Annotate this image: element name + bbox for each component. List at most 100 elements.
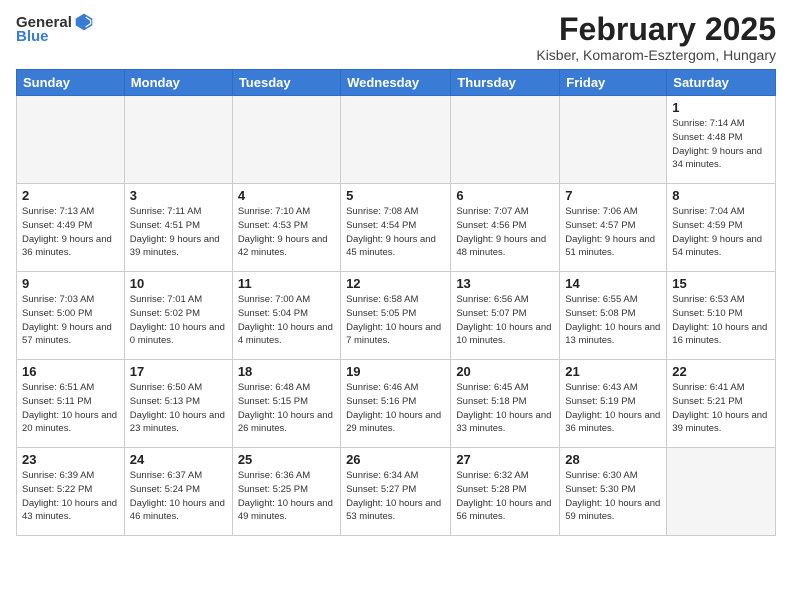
logo: General Blue	[16, 12, 94, 45]
table-cell	[17, 96, 125, 184]
table-cell: 18 Sunrise: 6:48 AM Sunset: 5:15 PM Dayli…	[232, 360, 340, 448]
table-cell: 2Sunrise: 7:13 AM Sunset: 4:49 PM Daylig…	[17, 184, 125, 272]
day-info: Sunrise: 6:37 AM Sunset: 5:24 PM Dayligh…	[130, 469, 227, 524]
day-number: 3	[130, 188, 227, 203]
week-row-3: 9Sunrise: 7:03 AM Sunset: 5:00 PM Daylig…	[17, 272, 776, 360]
table-cell: 24 Sunrise: 6:37 AM Sunset: 5:24 PM Dayli…	[124, 448, 232, 536]
day-number: 26	[346, 452, 445, 467]
day-info: Sunrise: 7:04 AM Sunset: 4:59 PM Dayligh…	[672, 205, 770, 260]
day-number: 5	[346, 188, 445, 203]
calendar: Sunday Monday Tuesday Wednesday Thursday…	[16, 69, 776, 536]
day-number: 16	[22, 364, 119, 379]
day-info: Sunrise: 6:43 AM Sunset: 5:19 PM Dayligh…	[565, 381, 661, 436]
day-info: Sunrise: 6:34 AM Sunset: 5:27 PM Dayligh…	[346, 469, 445, 524]
day-info: Sunrise: 6:58 AM Sunset: 5:05 PM Dayligh…	[346, 293, 445, 348]
table-cell: 13 Sunrise: 6:56 AM Sunset: 5:07 PM Dayli…	[451, 272, 560, 360]
day-number: 21	[565, 364, 661, 379]
col-thursday: Thursday	[451, 70, 560, 96]
table-cell	[341, 96, 451, 184]
month-year: February 2025	[536, 12, 776, 47]
day-number: 12	[346, 276, 445, 291]
table-cell: 11 Sunrise: 7:00 AM Sunset: 5:04 PM Dayli…	[232, 272, 340, 360]
table-cell	[451, 96, 560, 184]
table-cell: 1 Sunrise: 7:14 AM Sunset: 4:48 PM Daylig…	[667, 96, 776, 184]
day-info: Sunrise: 6:39 AM Sunset: 5:22 PM Dayligh…	[22, 469, 119, 524]
table-cell: 10 Sunrise: 7:01 AM Sunset: 5:02 PM Dayli…	[124, 272, 232, 360]
day-number: 13	[456, 276, 554, 291]
logo-icon	[74, 12, 94, 32]
day-number: 25	[238, 452, 335, 467]
table-cell: 14Sunrise: 6:55 AM Sunset: 5:08 PM Dayli…	[560, 272, 667, 360]
day-info: Sunrise: 7:13 AM Sunset: 4:49 PM Dayligh…	[22, 205, 119, 260]
table-cell: 27 Sunrise: 6:32 AM Sunset: 5:28 PM Dayli…	[451, 448, 560, 536]
day-number: 20	[456, 364, 554, 379]
day-number: 22	[672, 364, 770, 379]
table-cell: 17Sunrise: 6:50 AM Sunset: 5:13 PM Dayli…	[124, 360, 232, 448]
table-cell: 12 Sunrise: 6:58 AM Sunset: 5:05 PM Dayli…	[341, 272, 451, 360]
logo-blue: Blue	[16, 28, 49, 45]
table-cell: 26 Sunrise: 6:34 AM Sunset: 5:27 PM Dayli…	[341, 448, 451, 536]
table-cell	[560, 96, 667, 184]
table-cell: 15Sunrise: 6:53 AM Sunset: 5:10 PM Dayli…	[667, 272, 776, 360]
title-block: February 2025 Kisber, Komarom-Esztergom,…	[536, 12, 776, 63]
day-number: 19	[346, 364, 445, 379]
day-number: 9	[22, 276, 119, 291]
day-info: Sunrise: 7:08 AM Sunset: 4:54 PM Dayligh…	[346, 205, 445, 260]
day-number: 10	[130, 276, 227, 291]
day-info: Sunrise: 6:41 AM Sunset: 5:21 PM Dayligh…	[672, 381, 770, 436]
table-cell	[124, 96, 232, 184]
table-cell: 6 Sunrise: 7:07 AM Sunset: 4:56 PM Daylig…	[451, 184, 560, 272]
table-cell: 21 Sunrise: 6:43 AM Sunset: 5:19 PM Dayli…	[560, 360, 667, 448]
table-cell: 7Sunrise: 7:06 AM Sunset: 4:57 PM Daylig…	[560, 184, 667, 272]
day-info: Sunrise: 6:46 AM Sunset: 5:16 PM Dayligh…	[346, 381, 445, 436]
page-container: General Blue February 2025 Kisber, Komar…	[0, 0, 792, 544]
col-monday: Monday	[124, 70, 232, 96]
day-number: 1	[672, 100, 770, 115]
day-info: Sunrise: 7:10 AM Sunset: 4:53 PM Dayligh…	[238, 205, 335, 260]
table-cell: 3 Sunrise: 7:11 AM Sunset: 4:51 PM Daylig…	[124, 184, 232, 272]
day-info: Sunrise: 6:32 AM Sunset: 5:28 PM Dayligh…	[456, 469, 554, 524]
col-sunday: Sunday	[17, 70, 125, 96]
day-info: Sunrise: 6:51 AM Sunset: 5:11 PM Dayligh…	[22, 381, 119, 436]
day-info: Sunrise: 7:11 AM Sunset: 4:51 PM Dayligh…	[130, 205, 227, 260]
day-info: Sunrise: 6:45 AM Sunset: 5:18 PM Dayligh…	[456, 381, 554, 436]
table-cell: 25 Sunrise: 6:36 AM Sunset: 5:25 PM Dayli…	[232, 448, 340, 536]
day-number: 11	[238, 276, 335, 291]
location: Kisber, Komarom-Esztergom, Hungary	[536, 47, 776, 63]
table-cell: 16 Sunrise: 6:51 AM Sunset: 5:11 PM Dayli…	[17, 360, 125, 448]
table-cell: 22 Sunrise: 6:41 AM Sunset: 5:21 PM Dayli…	[667, 360, 776, 448]
day-number: 18	[238, 364, 335, 379]
table-cell: 9Sunrise: 7:03 AM Sunset: 5:00 PM Daylig…	[17, 272, 125, 360]
day-number: 27	[456, 452, 554, 467]
table-cell: 20 Sunrise: 6:45 AM Sunset: 5:18 PM Dayli…	[451, 360, 560, 448]
table-cell: 5 Sunrise: 7:08 AM Sunset: 4:54 PM Daylig…	[341, 184, 451, 272]
day-number: 4	[238, 188, 335, 203]
table-cell	[667, 448, 776, 536]
day-number: 28	[565, 452, 661, 467]
day-number: 24	[130, 452, 227, 467]
week-row-2: 2Sunrise: 7:13 AM Sunset: 4:49 PM Daylig…	[17, 184, 776, 272]
table-cell: 4 Sunrise: 7:10 AM Sunset: 4:53 PM Daylig…	[232, 184, 340, 272]
day-number: 8	[672, 188, 770, 203]
day-info: Sunrise: 7:01 AM Sunset: 5:02 PM Dayligh…	[130, 293, 227, 348]
day-info: Sunrise: 6:56 AM Sunset: 5:07 PM Dayligh…	[456, 293, 554, 348]
col-friday: Friday	[560, 70, 667, 96]
table-cell: 8 Sunrise: 7:04 AM Sunset: 4:59 PM Daylig…	[667, 184, 776, 272]
day-info: Sunrise: 7:06 AM Sunset: 4:57 PM Dayligh…	[565, 205, 661, 260]
table-cell	[232, 96, 340, 184]
day-info: Sunrise: 7:14 AM Sunset: 4:48 PM Dayligh…	[672, 117, 770, 172]
table-cell: 23 Sunrise: 6:39 AM Sunset: 5:22 PM Dayli…	[17, 448, 125, 536]
day-info: Sunrise: 6:36 AM Sunset: 5:25 PM Dayligh…	[238, 469, 335, 524]
col-wednesday: Wednesday	[341, 70, 451, 96]
day-number: 15	[672, 276, 770, 291]
day-number: 6	[456, 188, 554, 203]
day-info: Sunrise: 7:07 AM Sunset: 4:56 PM Dayligh…	[456, 205, 554, 260]
table-cell: 28 Sunrise: 6:30 AM Sunset: 5:30 PM Dayli…	[560, 448, 667, 536]
day-info: Sunrise: 6:48 AM Sunset: 5:15 PM Dayligh…	[238, 381, 335, 436]
day-number: 23	[22, 452, 119, 467]
day-info: Sunrise: 7:00 AM Sunset: 5:04 PM Dayligh…	[238, 293, 335, 348]
week-row-4: 16 Sunrise: 6:51 AM Sunset: 5:11 PM Dayli…	[17, 360, 776, 448]
day-info: Sunrise: 6:50 AM Sunset: 5:13 PM Dayligh…	[130, 381, 227, 436]
day-info: Sunrise: 6:30 AM Sunset: 5:30 PM Dayligh…	[565, 469, 661, 524]
day-info: Sunrise: 6:55 AM Sunset: 5:08 PM Dayligh…	[565, 293, 661, 348]
